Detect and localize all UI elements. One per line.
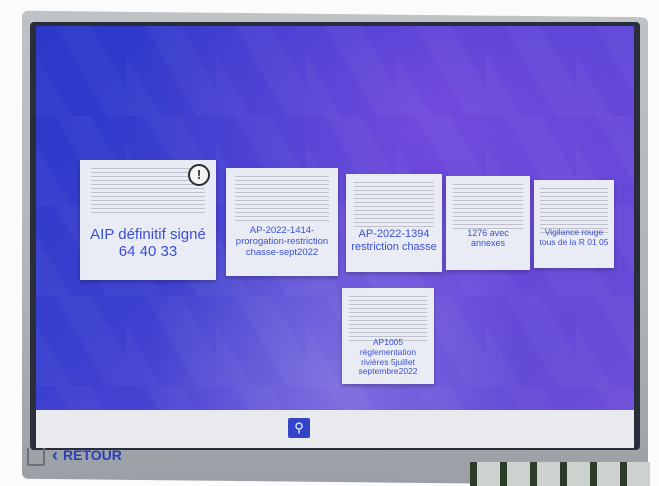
bottom-navigation-bar: [36, 410, 634, 448]
document-card-vigilance[interactable]: Vigilance rouge tous de la R 01 05: [534, 180, 614, 268]
back-button[interactable]: ‹ RETOUR: [52, 444, 122, 466]
document-preview: [349, 296, 427, 342]
chevron-left-icon: ‹: [52, 444, 58, 465]
document-title: AP1005 réglementation rivières 5juillet …: [358, 337, 418, 377]
railing: [470, 462, 650, 486]
document-title: AP-2022-1394 restriction chasse: [351, 228, 437, 253]
document-title: AIP définitif signé 64 40 33: [90, 226, 206, 261]
document-card-ap-2022-1414[interactable]: AP-2022-1414- prorogation-restriction ch…: [226, 168, 338, 276]
document-card-ap-2022-1394[interactable]: AP-2022-1394 restriction chasse: [346, 174, 442, 272]
document-title: AP-2022-1414- prorogation-restriction ch…: [235, 225, 329, 258]
document-preview: [234, 176, 330, 222]
document-title: 1276 avec annexes: [467, 228, 509, 249]
document-preview: [353, 182, 435, 228]
document-preview: [452, 184, 524, 230]
document-title: Vigilance rouge tous de la R 01 05: [539, 227, 609, 247]
search-icon[interactable]: ⚲: [288, 418, 310, 438]
home-icon[interactable]: [27, 448, 45, 466]
document-card-1276[interactable]: 1276 avec annexes: [446, 176, 530, 270]
document-card-aip[interactable]: ! AIP définitif signé 64 40 33: [80, 160, 216, 280]
document-card-ap1005[interactable]: AP1005 réglementation rivières 5juillet …: [342, 288, 434, 384]
back-label: RETOUR: [63, 447, 122, 463]
kiosk-screen: ! AIP définitif signé 64 40 33 AP-2022-1…: [36, 26, 634, 444]
alert-icon: !: [188, 164, 210, 186]
